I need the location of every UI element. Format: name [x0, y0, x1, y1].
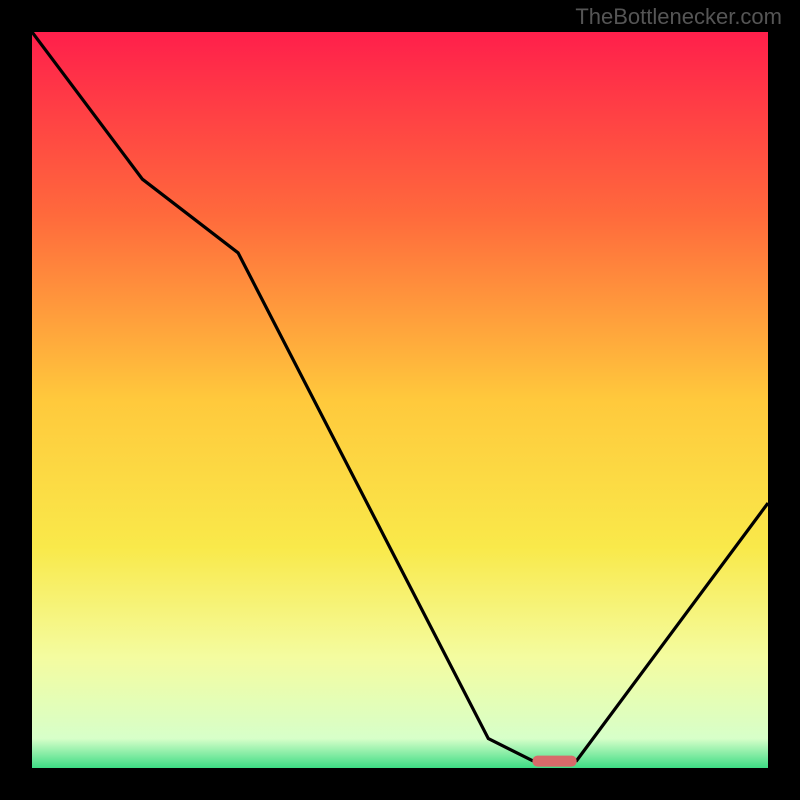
chart-container — [32, 32, 768, 768]
bottleneck-chart — [32, 32, 768, 768]
watermark-text: TheBottlenecker.com — [575, 4, 782, 30]
sweet-spot-marker — [532, 756, 576, 767]
chart-background — [32, 32, 768, 768]
